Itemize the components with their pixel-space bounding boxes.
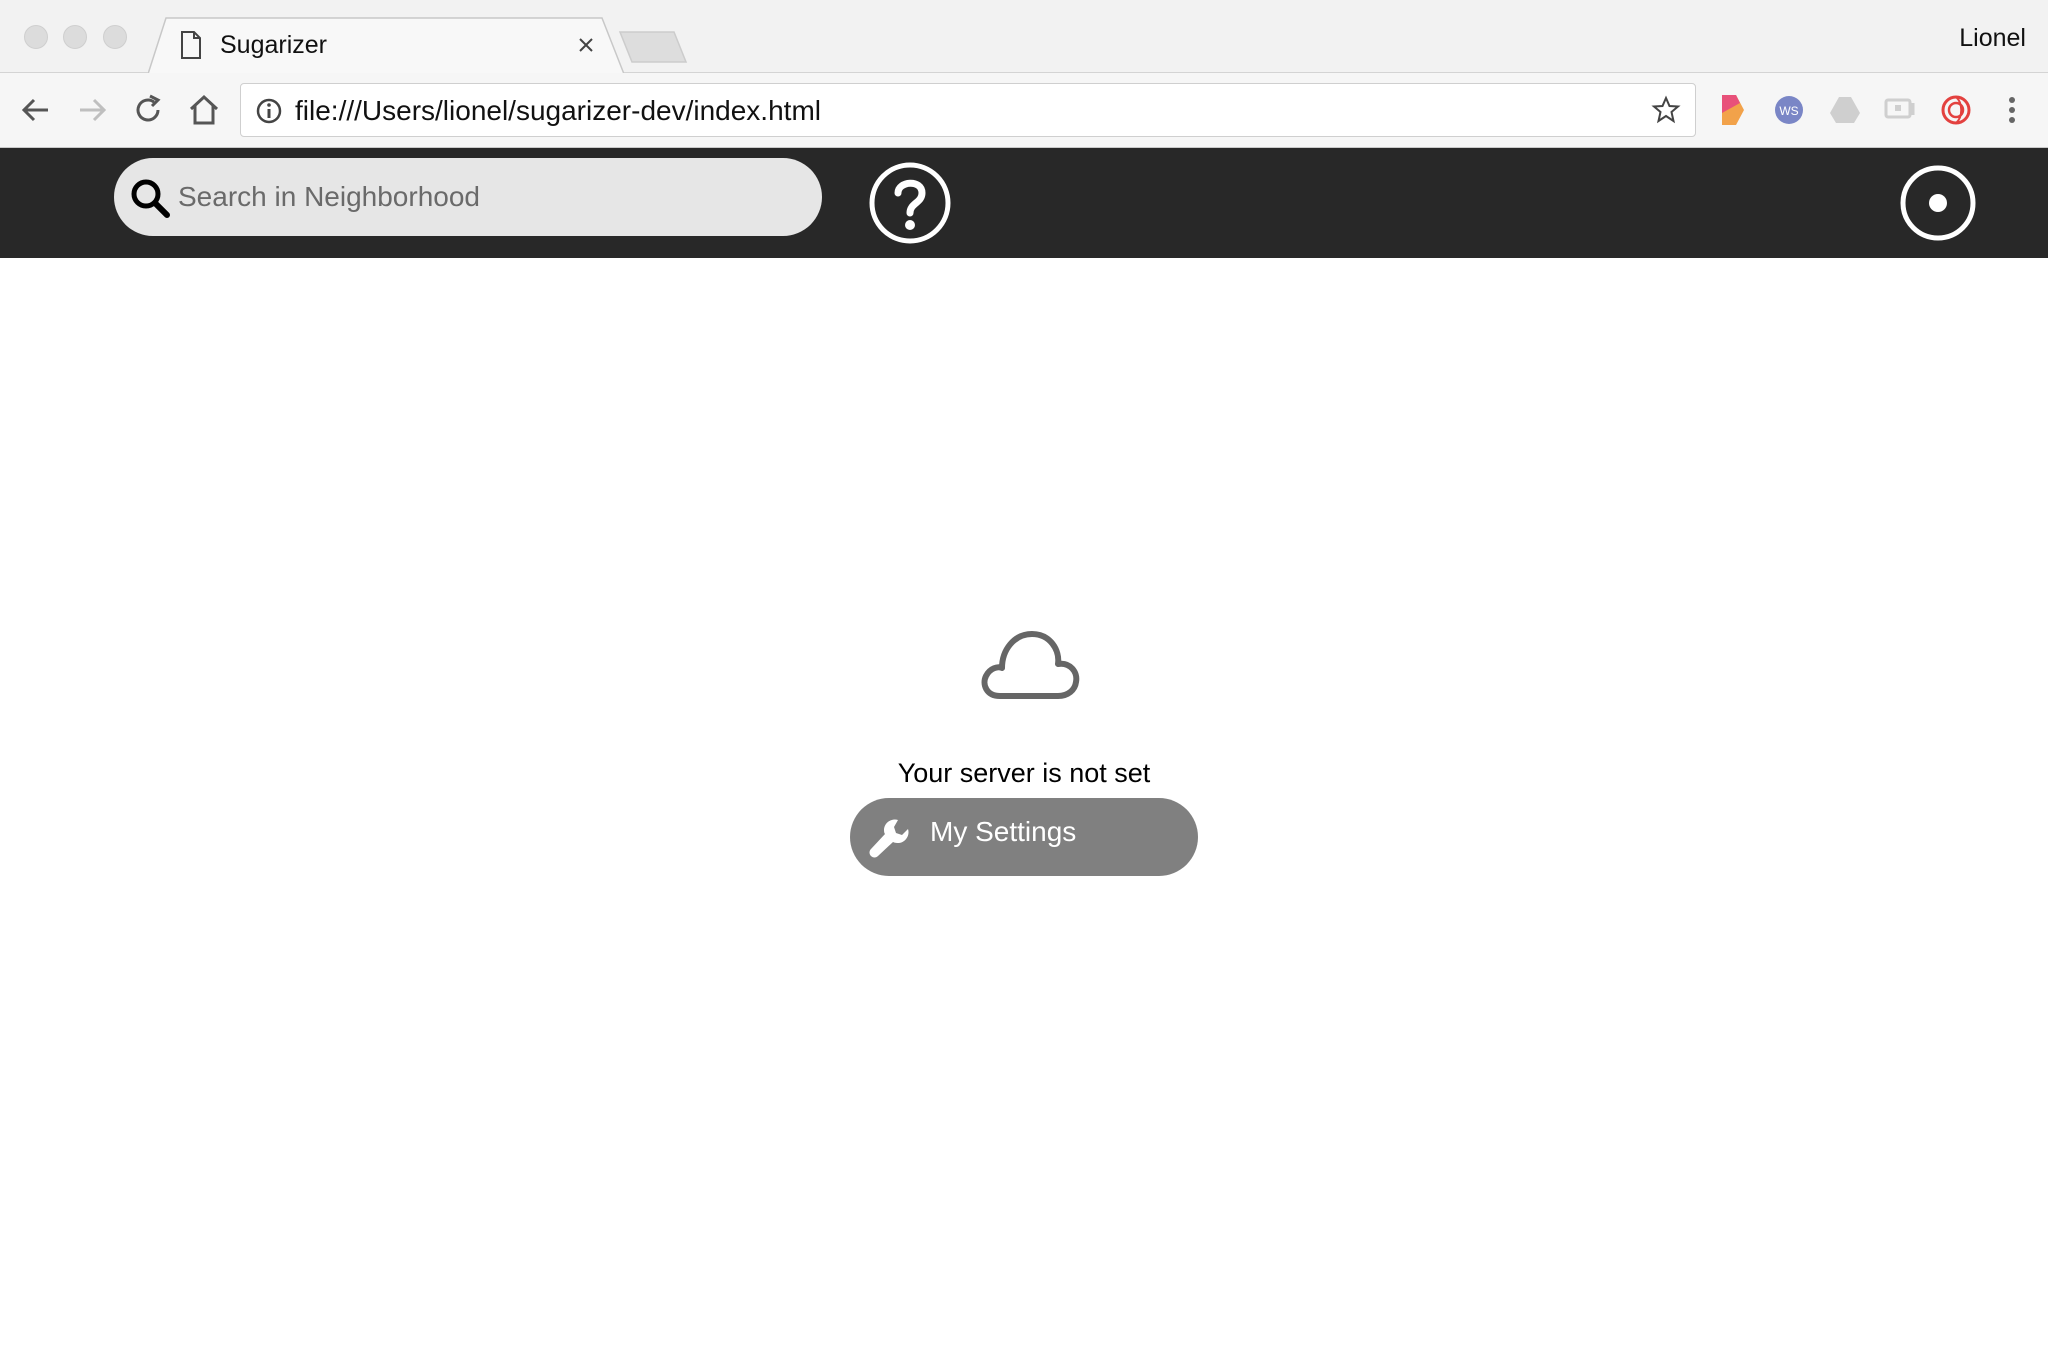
- address-bar[interactable]: file:///Users/lionel/sugarizer-dev/index…: [240, 83, 1696, 137]
- owner-icon[interactable]: [1898, 163, 1978, 243]
- search-input[interactable]: [178, 172, 798, 222]
- svg-text:WS: WS: [1779, 104, 1798, 118]
- document-icon: [180, 31, 202, 64]
- swirl-ext-icon[interactable]: [1939, 93, 1973, 127]
- window-close-button[interactable]: [24, 25, 48, 49]
- wikisource-ext-icon[interactable]: WS: [1772, 93, 1806, 127]
- window-minimize-button[interactable]: [63, 25, 87, 49]
- my-settings-label: My Settings: [930, 816, 1077, 847]
- bookmark-star-icon[interactable]: [1651, 95, 1681, 130]
- sugarizer-toolbar: [0, 148, 2048, 258]
- menu-dots-icon[interactable]: [1995, 93, 2029, 127]
- browser-tab-strip: Sugarizer Lionel: [0, 0, 2048, 74]
- drive-ext-icon[interactable]: [1828, 93, 1862, 127]
- wrench-icon: [868, 816, 912, 865]
- profile-name[interactable]: Lionel: [1959, 24, 2026, 53]
- cast-ext-icon[interactable]: [1883, 93, 1917, 127]
- new-tab-button[interactable]: [618, 30, 688, 69]
- main-content: Your server is not set My Settings: [0, 258, 2048, 1348]
- search-icon: [128, 176, 172, 225]
- help-icon[interactable]: [868, 161, 952, 245]
- info-icon[interactable]: [255, 97, 283, 130]
- bookmark-ext-icon[interactable]: [1716, 93, 1750, 127]
- search-box[interactable]: [114, 158, 822, 236]
- server-not-set-message: Your server is not set: [897, 758, 1151, 788]
- browser-toolbar: file:///Users/lionel/sugarizer-dev/index…: [0, 73, 2048, 148]
- cloud-icon: [978, 628, 1082, 707]
- tab-close-icon[interactable]: [572, 31, 600, 59]
- home-icon[interactable]: [186, 92, 222, 128]
- browser-tab[interactable]: Sugarizer: [148, 17, 624, 74]
- reload-icon[interactable]: [130, 92, 166, 128]
- url-text[interactable]: file:///Users/lionel/sugarizer-dev/index…: [295, 95, 821, 127]
- window-zoom-button[interactable]: [103, 25, 127, 49]
- tab-title: Sugarizer: [220, 31, 327, 59]
- forward-arrow-icon[interactable]: [74, 92, 110, 128]
- my-settings-button[interactable]: My Settings: [850, 798, 1198, 876]
- back-arrow-icon[interactable]: [18, 92, 54, 128]
